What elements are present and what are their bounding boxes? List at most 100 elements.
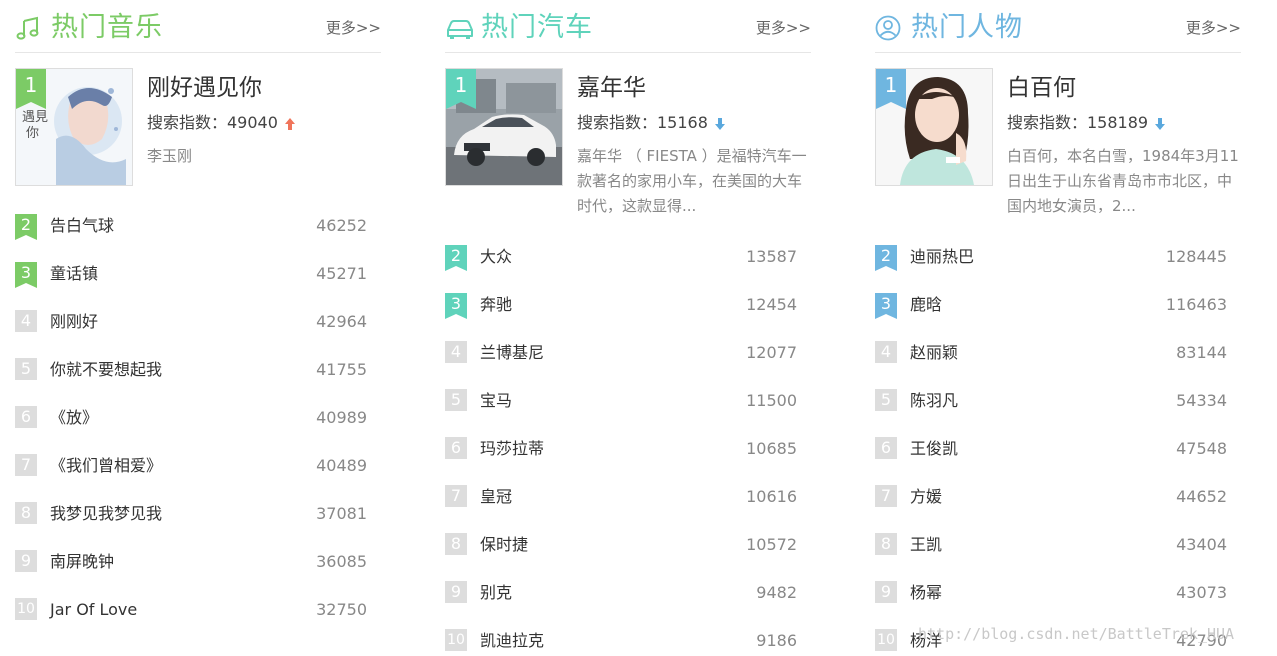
top-item-description: 白百何，本名白雪，1984年3月11日出生于山东省青岛市市北区，中国内地女演员，… bbox=[1007, 147, 1239, 215]
list-item[interactable]: 6 王俊凯 47548 bbox=[875, 437, 1227, 461]
list-item[interactable]: 7 皇冠 10616 bbox=[445, 485, 797, 509]
list-item[interactable]: 7 方媛 44652 bbox=[875, 485, 1227, 509]
top-item-description: 嘉年华 （ FIESTA ）是福特汽车一款著名的家用小车，在美国的大车时代，这款… bbox=[577, 147, 807, 215]
more-link[interactable]: 更多>> bbox=[326, 17, 381, 38]
top-item-image-album-cover[interactable]: 遇見 你 1 bbox=[15, 68, 133, 186]
item-name: Jar Of Love bbox=[50, 600, 138, 619]
item-value: 32750 bbox=[316, 600, 367, 619]
list-item[interactable]: 3 奔驰 12454 bbox=[445, 293, 797, 319]
rank-badge: 6 bbox=[875, 437, 897, 459]
rank-badge: 5 bbox=[15, 358, 37, 380]
item-name: 迪丽热巴 bbox=[910, 247, 975, 266]
search-index-label: 搜索指数：15168 bbox=[577, 113, 708, 132]
search-index: 搜索指数：15168 bbox=[577, 112, 726, 134]
list-item[interactable]: 3 鹿晗 116463 bbox=[875, 293, 1227, 319]
item-name: 奔驰 bbox=[480, 295, 513, 314]
more-link[interactable]: 更多>> bbox=[756, 17, 811, 38]
item-value: 46252 bbox=[316, 216, 367, 235]
rank-badge: 7 bbox=[875, 485, 897, 507]
list-item[interactable]: 9 南屏晚钟 36085 bbox=[15, 550, 367, 574]
item-value: 47548 bbox=[1176, 439, 1227, 458]
rank-number: 1 bbox=[884, 73, 898, 97]
watermark-text: http://blog.csdn.net/BattleTrek_HUA bbox=[918, 625, 1235, 643]
rank-badge: 4 bbox=[15, 310, 37, 332]
search-index: 搜索指数：158189 bbox=[1007, 112, 1166, 134]
more-link[interactable]: 更多>> bbox=[1186, 17, 1241, 38]
item-name: 杨幂 bbox=[910, 583, 943, 602]
list-item[interactable]: 4 赵丽颖 83144 bbox=[875, 341, 1227, 365]
list-item[interactable]: 2 迪丽热巴 128445 bbox=[875, 245, 1227, 271]
trend-up-icon bbox=[284, 117, 295, 130]
item-name: 保时捷 bbox=[480, 535, 529, 554]
rank-badge: 3 bbox=[15, 262, 37, 288]
rank-badge: 10 bbox=[875, 629, 897, 651]
list-item[interactable]: 7 《我们曾相爱》 40489 bbox=[15, 454, 367, 478]
list-item[interactable]: 10 Jar Of Love 32750 bbox=[15, 598, 367, 622]
person-icon bbox=[875, 15, 901, 41]
rank-badge: 8 bbox=[15, 502, 37, 524]
top-item-name[interactable]: 刚好遇见你 bbox=[147, 72, 262, 104]
item-value: 11500 bbox=[746, 391, 797, 410]
rank-badge: 9 bbox=[15, 550, 37, 572]
item-name: 兰博基尼 bbox=[480, 343, 545, 362]
rank-number: 1 bbox=[24, 73, 38, 97]
rank-badge: 5 bbox=[875, 389, 897, 411]
list-item[interactable]: 5 你就不要想起我 41755 bbox=[15, 358, 367, 382]
list-item[interactable]: 4 兰博基尼 12077 bbox=[445, 341, 797, 365]
rank-ribbon: 1 bbox=[16, 69, 46, 109]
top-item-description: 李玉刚 bbox=[147, 147, 193, 165]
list-item[interactable]: 8 我梦见我梦见我 37081 bbox=[15, 502, 367, 526]
item-name: 玛莎拉蒂 bbox=[480, 439, 545, 458]
list-item[interactable]: 5 宝马 11500 bbox=[445, 389, 797, 413]
list-item[interactable]: 4 刚刚好 42964 bbox=[15, 310, 367, 334]
panel-title: 热门汽车 bbox=[481, 12, 593, 43]
list-item[interactable]: 6 玛莎拉蒂 10685 bbox=[445, 437, 797, 461]
list-item[interactable]: 5 陈羽凡 54334 bbox=[875, 389, 1227, 413]
item-value: 40489 bbox=[316, 456, 367, 475]
rank-badge: 7 bbox=[15, 454, 37, 476]
top-item-name[interactable]: 嘉年华 bbox=[577, 72, 646, 104]
item-name: 王俊凯 bbox=[910, 439, 959, 458]
panel-header: 热门汽车 更多>> bbox=[445, 0, 811, 53]
item-value: 13587 bbox=[746, 247, 797, 266]
rank-badge: 2 bbox=[875, 245, 897, 271]
trend-down-icon bbox=[1155, 117, 1166, 130]
item-name: 大众 bbox=[480, 247, 513, 266]
list-item[interactable]: 3 童话镇 45271 bbox=[15, 262, 367, 288]
panel-people: 热门人物 更多>> 1 白百何 搜索指数：158189 白百何，本名白雪，198… bbox=[875, 0, 1241, 656]
list-item[interactable]: 9 杨幂 43073 bbox=[875, 581, 1227, 605]
item-value: 36085 bbox=[316, 552, 367, 571]
rank-ribbon: 1 bbox=[876, 69, 906, 109]
item-value: 10685 bbox=[746, 439, 797, 458]
item-name: 方媛 bbox=[910, 487, 943, 506]
panel-header: 热门人物 更多>> bbox=[875, 0, 1241, 53]
item-value: 44652 bbox=[1176, 487, 1227, 506]
rank-badge: 9 bbox=[875, 581, 897, 603]
item-value: 10616 bbox=[746, 487, 797, 506]
rank-badge: 10 bbox=[445, 629, 467, 651]
list-item[interactable]: 6 《放》 40989 bbox=[15, 406, 367, 430]
list-item[interactable]: 9 别克 9482 bbox=[445, 581, 797, 605]
top-item-name[interactable]: 白百何 bbox=[1007, 72, 1076, 104]
rank-number: 1 bbox=[454, 73, 468, 97]
item-name: 凯迪拉克 bbox=[480, 631, 545, 650]
item-value: 42964 bbox=[316, 312, 367, 331]
rank-badge: 2 bbox=[15, 214, 37, 240]
list-item[interactable]: 2 告白气球 46252 bbox=[15, 214, 367, 240]
item-value: 9186 bbox=[756, 631, 797, 650]
top-item-image-car-photo[interactable]: 1 bbox=[445, 68, 563, 186]
top-item-image-portrait-photo[interactable]: 1 bbox=[875, 68, 993, 186]
item-name: 皇冠 bbox=[480, 487, 513, 506]
rank-badge: 8 bbox=[875, 533, 897, 555]
rank-badge: 10 bbox=[15, 598, 37, 620]
item-name: 鹿晗 bbox=[910, 295, 943, 314]
list-item[interactable]: 8 保时捷 10572 bbox=[445, 533, 797, 557]
list-item[interactable]: 2 大众 13587 bbox=[445, 245, 797, 271]
item-value: 12454 bbox=[746, 295, 797, 314]
item-value: 41755 bbox=[316, 360, 367, 379]
item-value: 9482 bbox=[756, 583, 797, 602]
list-item[interactable]: 8 王凯 43404 bbox=[875, 533, 1227, 557]
rank-badge: 4 bbox=[875, 341, 897, 363]
list-item[interactable]: 10 凯迪拉克 9186 bbox=[445, 629, 797, 653]
music-note-icon bbox=[16, 16, 39, 40]
